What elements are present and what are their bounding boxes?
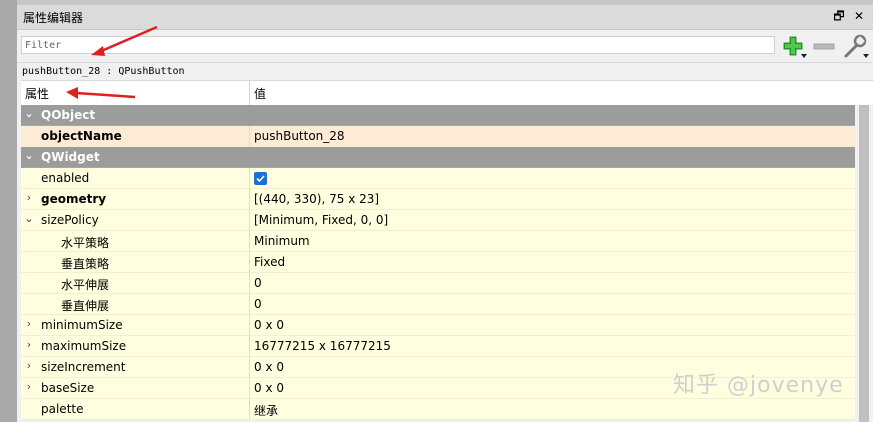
property-value[interactable]: [(440, 330), 75 x 23]: [254, 192, 379, 206]
float-icon[interactable]: 🗗: [831, 8, 847, 24]
property-name: 水平策略: [61, 236, 110, 250]
column-separator: [249, 294, 250, 315]
column-separator: [249, 126, 250, 147]
group-row[interactable]: ⌄ QWidget: [21, 147, 855, 168]
property-row[interactable]: 水平策略 Minimum: [21, 231, 855, 252]
property-name: geometry: [41, 192, 107, 206]
property-row[interactable]: palette 继承: [21, 399, 855, 420]
chevron-right-icon[interactable]: ›: [23, 380, 35, 393]
property-row[interactable]: enabled: [21, 168, 855, 189]
plus-icon[interactable]: [782, 35, 808, 59]
property-value[interactable]: Fixed: [254, 255, 285, 269]
chevron-down-icon[interactable]: ⌄: [23, 107, 35, 120]
object-class-label: pushButton_28 : QPushButton: [22, 66, 185, 77]
annotation-arrow-property: [66, 87, 136, 99]
wrench-icon[interactable]: [842, 34, 870, 60]
column-separator: [249, 210, 250, 231]
column-separator: [249, 189, 250, 210]
chevron-right-icon[interactable]: ›: [23, 338, 35, 351]
group-row[interactable]: ⌄ QObject: [21, 105, 855, 126]
property-name: objectName: [41, 129, 122, 143]
column-separator: [249, 168, 250, 189]
property-value[interactable]: [Minimum, Fixed, 0, 0]: [254, 213, 388, 227]
property-row[interactable]: 垂直伸展 0: [21, 294, 855, 315]
chevron-right-icon[interactable]: ›: [23, 359, 35, 372]
annotation-arrow-filter: [91, 25, 158, 56]
chevron-right-icon[interactable]: ›: [23, 191, 35, 204]
property-editor-panel: 属性编辑器 🗗 ✕ Filter pushButton_28: QPushBu…: [17, 0, 873, 422]
property-value[interactable]: 16777215 x 16777215: [254, 339, 391, 353]
property-name: enabled: [41, 171, 90, 185]
property-name: 水平伸展: [61, 278, 110, 292]
property-row[interactable]: 垂直策略 Fixed: [21, 252, 855, 273]
property-value[interactable]: 0: [254, 297, 262, 311]
property-value[interactable]: 0: [254, 276, 262, 290]
column-separator: [249, 336, 250, 357]
column-separator: [249, 357, 250, 378]
column-separator: [249, 252, 250, 273]
vertical-scrollbar[interactable]: [855, 105, 873, 422]
property-name: QObject: [41, 108, 96, 122]
property-table-header: 属性 值: [21, 80, 873, 106]
property-row[interactable]: 水平伸展 0: [21, 273, 855, 294]
header-value[interactable]: 值: [254, 85, 266, 102]
property-value[interactable]: 0 x 0: [254, 360, 284, 374]
property-value[interactable]: 继承: [254, 402, 278, 419]
panel-title: 属性编辑器: [23, 11, 84, 25]
property-name: sizePolicy: [41, 213, 99, 227]
enabled-checkbox[interactable]: [254, 172, 267, 185]
close-icon[interactable]: ✕: [851, 8, 867, 24]
property-name: palette: [41, 402, 84, 416]
column-separator: [249, 399, 250, 420]
property-value[interactable]: Minimum: [254, 234, 310, 248]
property-row[interactable]: ⌄ sizePolicy [Minimum, Fixed, 0, 0]: [21, 210, 855, 231]
column-separator: [249, 315, 250, 336]
property-row[interactable]: objectName pushButton_28: [21, 126, 855, 147]
column-separator: [249, 231, 250, 252]
minus-icon[interactable]: [812, 35, 838, 59]
left-dock-edge: [0, 0, 17, 422]
property-name: sizeIncrement: [41, 360, 126, 374]
property-name: baseSize: [41, 381, 95, 395]
property-row[interactable]: › maximumSize 16777215 x 16777215: [21, 336, 855, 357]
property-row[interactable]: › minimumSize 0 x 0: [21, 315, 855, 336]
property-name: QWidget: [41, 150, 100, 164]
column-separator: [249, 273, 250, 294]
property-value[interactable]: 0 x 0: [254, 318, 284, 332]
property-name: minimumSize: [41, 318, 123, 332]
watermark-text: 知乎 @jovenye: [673, 373, 844, 398]
property-row[interactable]: › geometry [(440, 330), 75 x 23]: [21, 189, 855, 210]
property-value[interactable]: pushButton_28: [254, 129, 345, 143]
chevron-right-icon[interactable]: ›: [23, 317, 35, 330]
object-class-line: pushButton_28 : QPushButton: [17, 62, 873, 81]
header-property[interactable]: 属性: [25, 85, 49, 102]
chevron-down-icon[interactable]: ⌄: [23, 149, 35, 162]
scrollbar-thumb[interactable]: [859, 105, 869, 422]
property-value[interactable]: 0 x 0: [254, 381, 284, 395]
chevron-down-icon[interactable]: ⌄: [23, 212, 35, 225]
column-separator: [249, 378, 250, 399]
property-name: 垂直策略: [61, 257, 110, 271]
property-name: maximumSize: [41, 339, 127, 353]
header-separator: [249, 81, 250, 105]
property-name: 垂直伸展: [61, 299, 110, 313]
